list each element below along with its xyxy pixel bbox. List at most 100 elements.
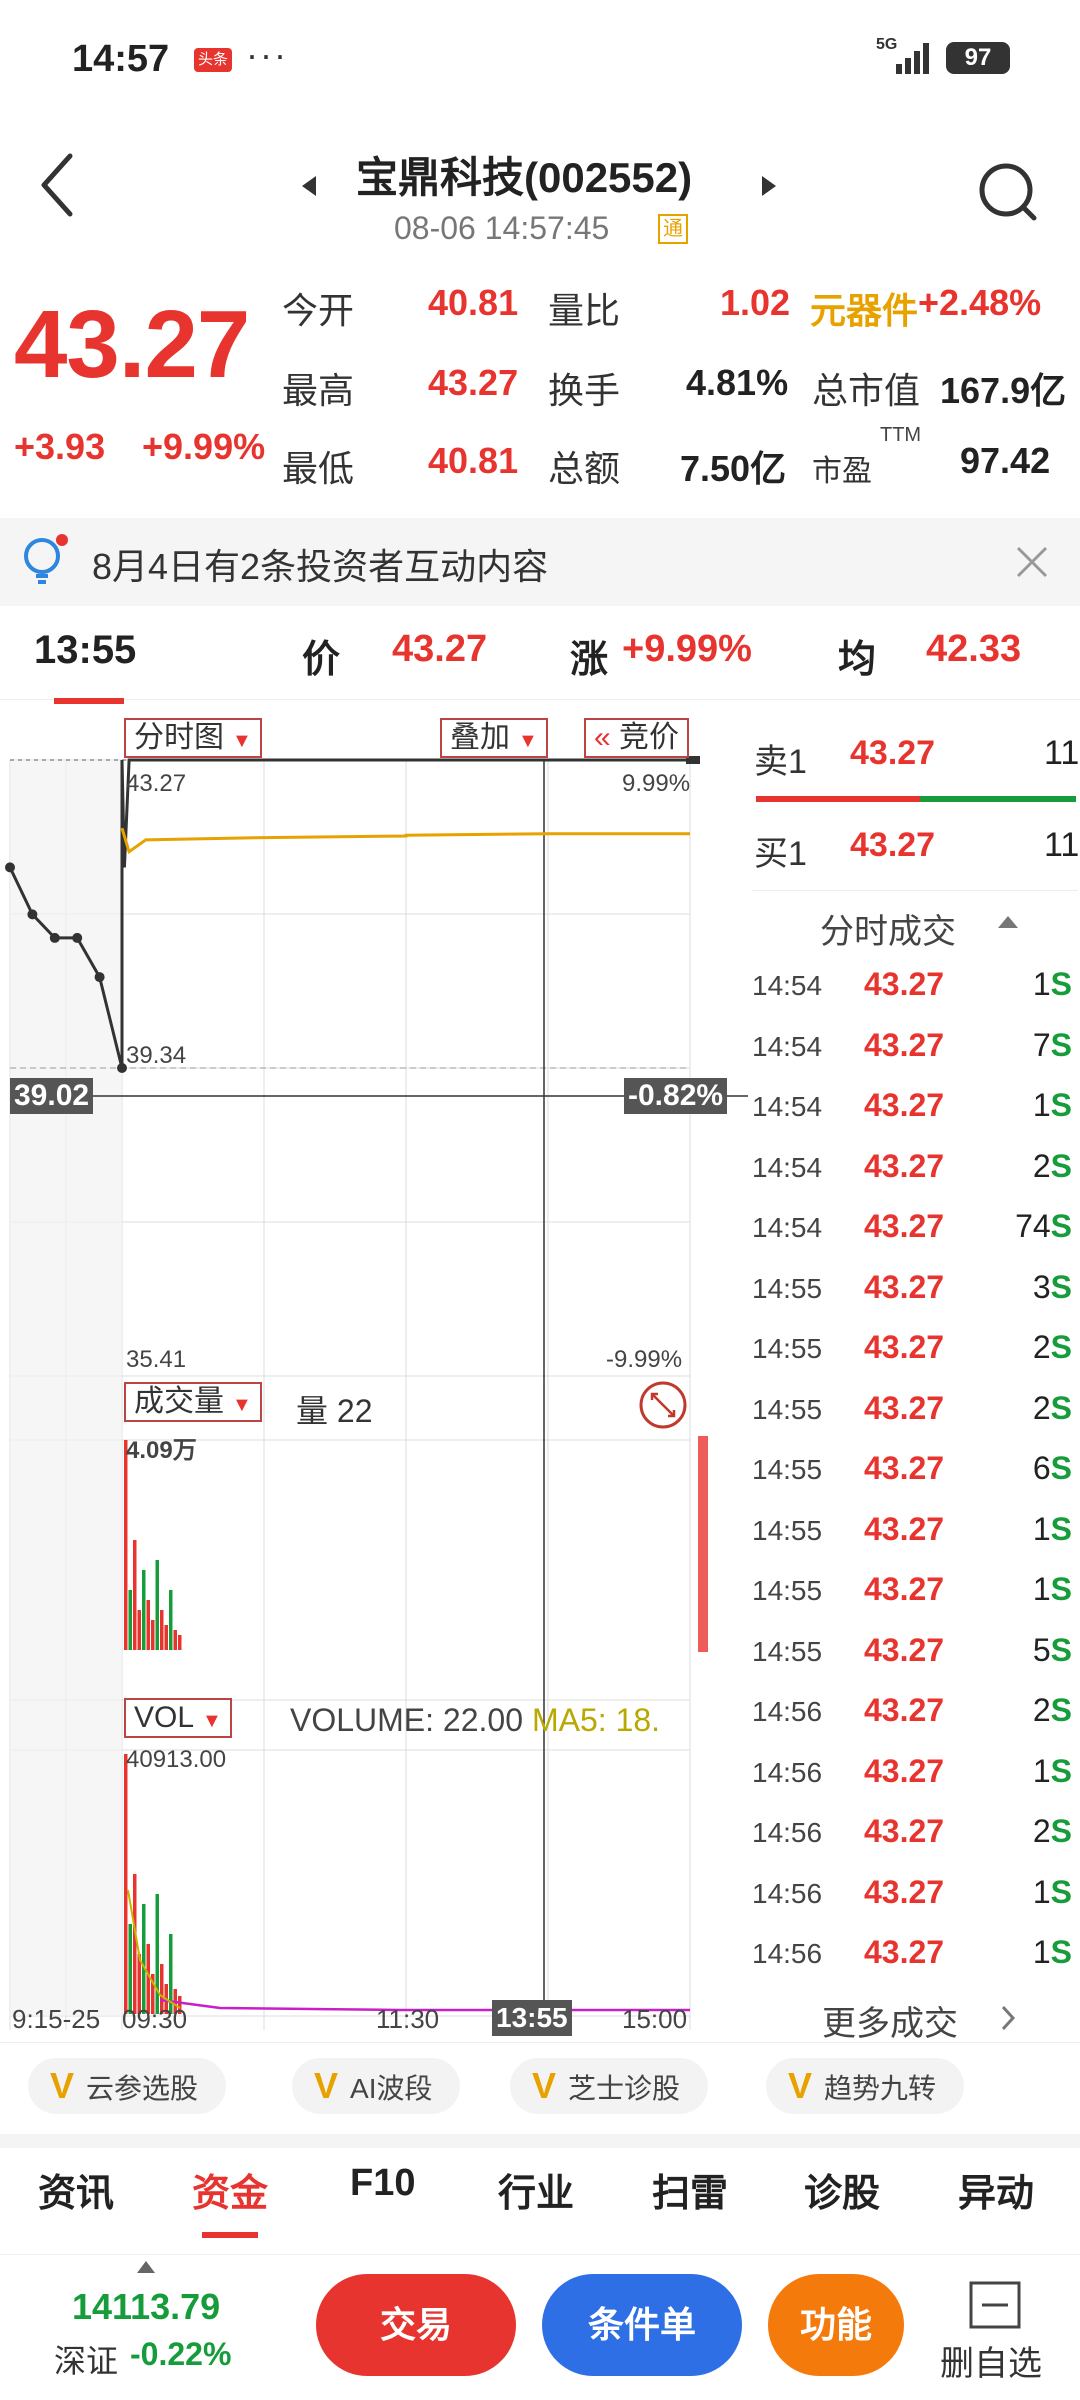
tick-row: 14:55 43.27 1S [752, 1509, 1078, 1559]
tick-volume: 1S [1033, 1087, 1072, 1124]
expand-icon[interactable] [638, 1380, 688, 1430]
tab-news[interactable]: 资讯 [38, 2162, 114, 2217]
caret-up-icon[interactable] [996, 914, 1020, 930]
tick-time: 14:55 [752, 1454, 823, 1485]
tab-industry[interactable]: 行业 [498, 2162, 574, 2217]
tick-volume: 1S [1033, 966, 1072, 1003]
tick-row: 14:54 43.27 1S [752, 964, 1078, 1014]
volume-bar [164, 1625, 168, 1650]
tick-price: 43.27 [864, 1087, 945, 1123]
tick-side: S [1050, 1268, 1072, 1305]
trade-button[interactable]: 交易 [316, 2274, 516, 2376]
index-value[interactable]: 14113.79 [72, 2286, 220, 2328]
industry-label[interactable]: 元器件 [810, 282, 918, 334]
volume-menu-button[interactable]: 成交量 ▼ [124, 1382, 262, 1422]
pct-top-label: 9.99% [622, 770, 691, 797]
tick-time: 14:54 [752, 1030, 823, 1062]
tab-risk-scan[interactable]: 扫雷 [652, 2162, 728, 2217]
index-name: 深证 [54, 2343, 119, 2379]
tick-volume-value: 3 [1032, 1268, 1051, 1305]
tab-funds[interactable]: 资金 [192, 2162, 268, 2217]
toutiao-badge: 头条 [194, 48, 232, 72]
vol-ma5-value: MA5: 18. [532, 1702, 661, 1738]
ticks-header[interactable]: 分时成交 [820, 904, 956, 953]
volume-bar [133, 1540, 137, 1650]
strategy-chip-0[interactable]: V 云参选股 [28, 2058, 227, 2114]
auction-shade [10, 760, 122, 2016]
tick-price: 43.27 [864, 1208, 945, 1244]
volume-ratio-value: 1.02 [720, 282, 791, 323]
crosshair-info-row [0, 606, 1080, 700]
crosshair-price-tag: 39.02 [10, 1078, 94, 1114]
tick-side: S [1050, 1692, 1072, 1728]
tick-price: 43.27 [864, 1692, 945, 1728]
remove-favorite-icon[interactable] [968, 2280, 1022, 2330]
index-toggle-up-icon[interactable] [136, 2260, 156, 2274]
vol-indicator-bar [128, 1924, 132, 2014]
overlay-menu-button[interactable]: 叠加 ▼ [440, 718, 548, 758]
search-icon[interactable] [976, 160, 1040, 224]
remove-favorite-label[interactable]: 删自选 [940, 2336, 1042, 2385]
strategy-chip-2[interactable]: V 芝士诊股 [510, 2058, 709, 2114]
more-ticks-link[interactable]: 更多成交 [822, 1996, 958, 2045]
fenshi-menu-button[interactable]: 分时图 ▼ [124, 718, 262, 758]
tick-row: 14:55 43.27 3S [752, 1267, 1078, 1317]
vol-indicator-button[interactable]: VOL ▼ [124, 1698, 232, 1738]
tab-diagnosis[interactable]: 诊股 [804, 2162, 880, 2217]
crosshair-avg-label: 均 [838, 639, 877, 681]
tick-time: 14:56 [752, 1756, 823, 1788]
tick-row: 14:55 43.27 2S [752, 1388, 1078, 1438]
tick-volume-value: 1 [1032, 966, 1051, 1002]
pe-ttm-superscript: TTM [880, 424, 922, 446]
back-arrow-icon[interactable] [36, 150, 80, 220]
condition-order-button[interactable]: 条件单 [542, 2274, 742, 2376]
tab-anomaly[interactable]: 异动 [958, 2162, 1034, 2217]
tick-side: S [1050, 1450, 1072, 1486]
turnover-value: 4.81% [686, 362, 789, 403]
tick-side: S [1050, 1631, 1072, 1668]
network-5g-label: 5G [876, 36, 898, 53]
index-change: -0.22% [130, 2336, 232, 2372]
active-tab-underline [202, 2232, 258, 2238]
tick-side: S [1050, 1873, 1072, 1910]
amount-label: 总额 [548, 448, 621, 489]
volume-bar [128, 1590, 132, 1650]
tick-volume: 5S [1033, 1632, 1072, 1669]
next-stock-arrow-icon[interactable] [760, 174, 778, 198]
prev-stock-arrow-icon[interactable] [300, 174, 318, 198]
tick-volume: 2S [1033, 1813, 1072, 1850]
strategy-label: 芝士诊股 [568, 2073, 681, 2104]
tick-row: 14:56 43.27 1S [752, 1932, 1078, 1982]
tick-volume: 1S [1033, 1753, 1072, 1790]
tick-row: 14:56 43.27 1S [752, 1751, 1078, 1801]
volume-bars [124, 1440, 182, 1650]
tick-volume: 1S [1033, 1511, 1072, 1548]
tab-f10[interactable]: F10 [350, 2162, 415, 2205]
notice-text[interactable]: 8月4日有2条投资者互动内容 [92, 538, 548, 590]
volume-menu-label: 成交量 [134, 1385, 224, 1418]
tick-time: 14:55 [752, 1635, 823, 1667]
chevron-right-icon[interactable] [1000, 2004, 1016, 2032]
tick-side: S [1050, 966, 1072, 1002]
tick-volume-value: 1 [1032, 1571, 1051, 1607]
high-label: 最高 [282, 370, 355, 411]
tick-volume-value: 1 [1032, 1752, 1051, 1789]
price-change: +3.93 [14, 426, 106, 467]
close-icon[interactable] [1010, 540, 1054, 584]
intraday-chart[interactable] [0, 700, 750, 2050]
time-axis-label-4: 15:00 [622, 2004, 688, 2034]
auction-price-point [5, 862, 15, 873]
tick-row: 14:54 43.27 2S [752, 1146, 1078, 1196]
strategy-chip-1[interactable]: V AI波段 [292, 2058, 461, 2114]
auction-button[interactable]: « 竞价 [584, 718, 690, 758]
tick-price: 43.27 [864, 1026, 945, 1063]
v-logo-icon: V [532, 2065, 557, 2106]
dropdown-caret-icon: ▼ [232, 730, 252, 752]
function-button[interactable]: 功能 [768, 2274, 904, 2376]
tick-time: 14:54 [752, 970, 823, 1001]
tick-row: 14:56 43.27 2S [752, 1811, 1078, 1861]
vol-indicator-bar [142, 1904, 146, 2014]
dropdown-caret-icon: ▼ [202, 1710, 222, 1732]
strategy-chip-3[interactable]: V 趋势九转 [766, 2058, 965, 2114]
tick-volume-value: 2 [1032, 1147, 1051, 1184]
